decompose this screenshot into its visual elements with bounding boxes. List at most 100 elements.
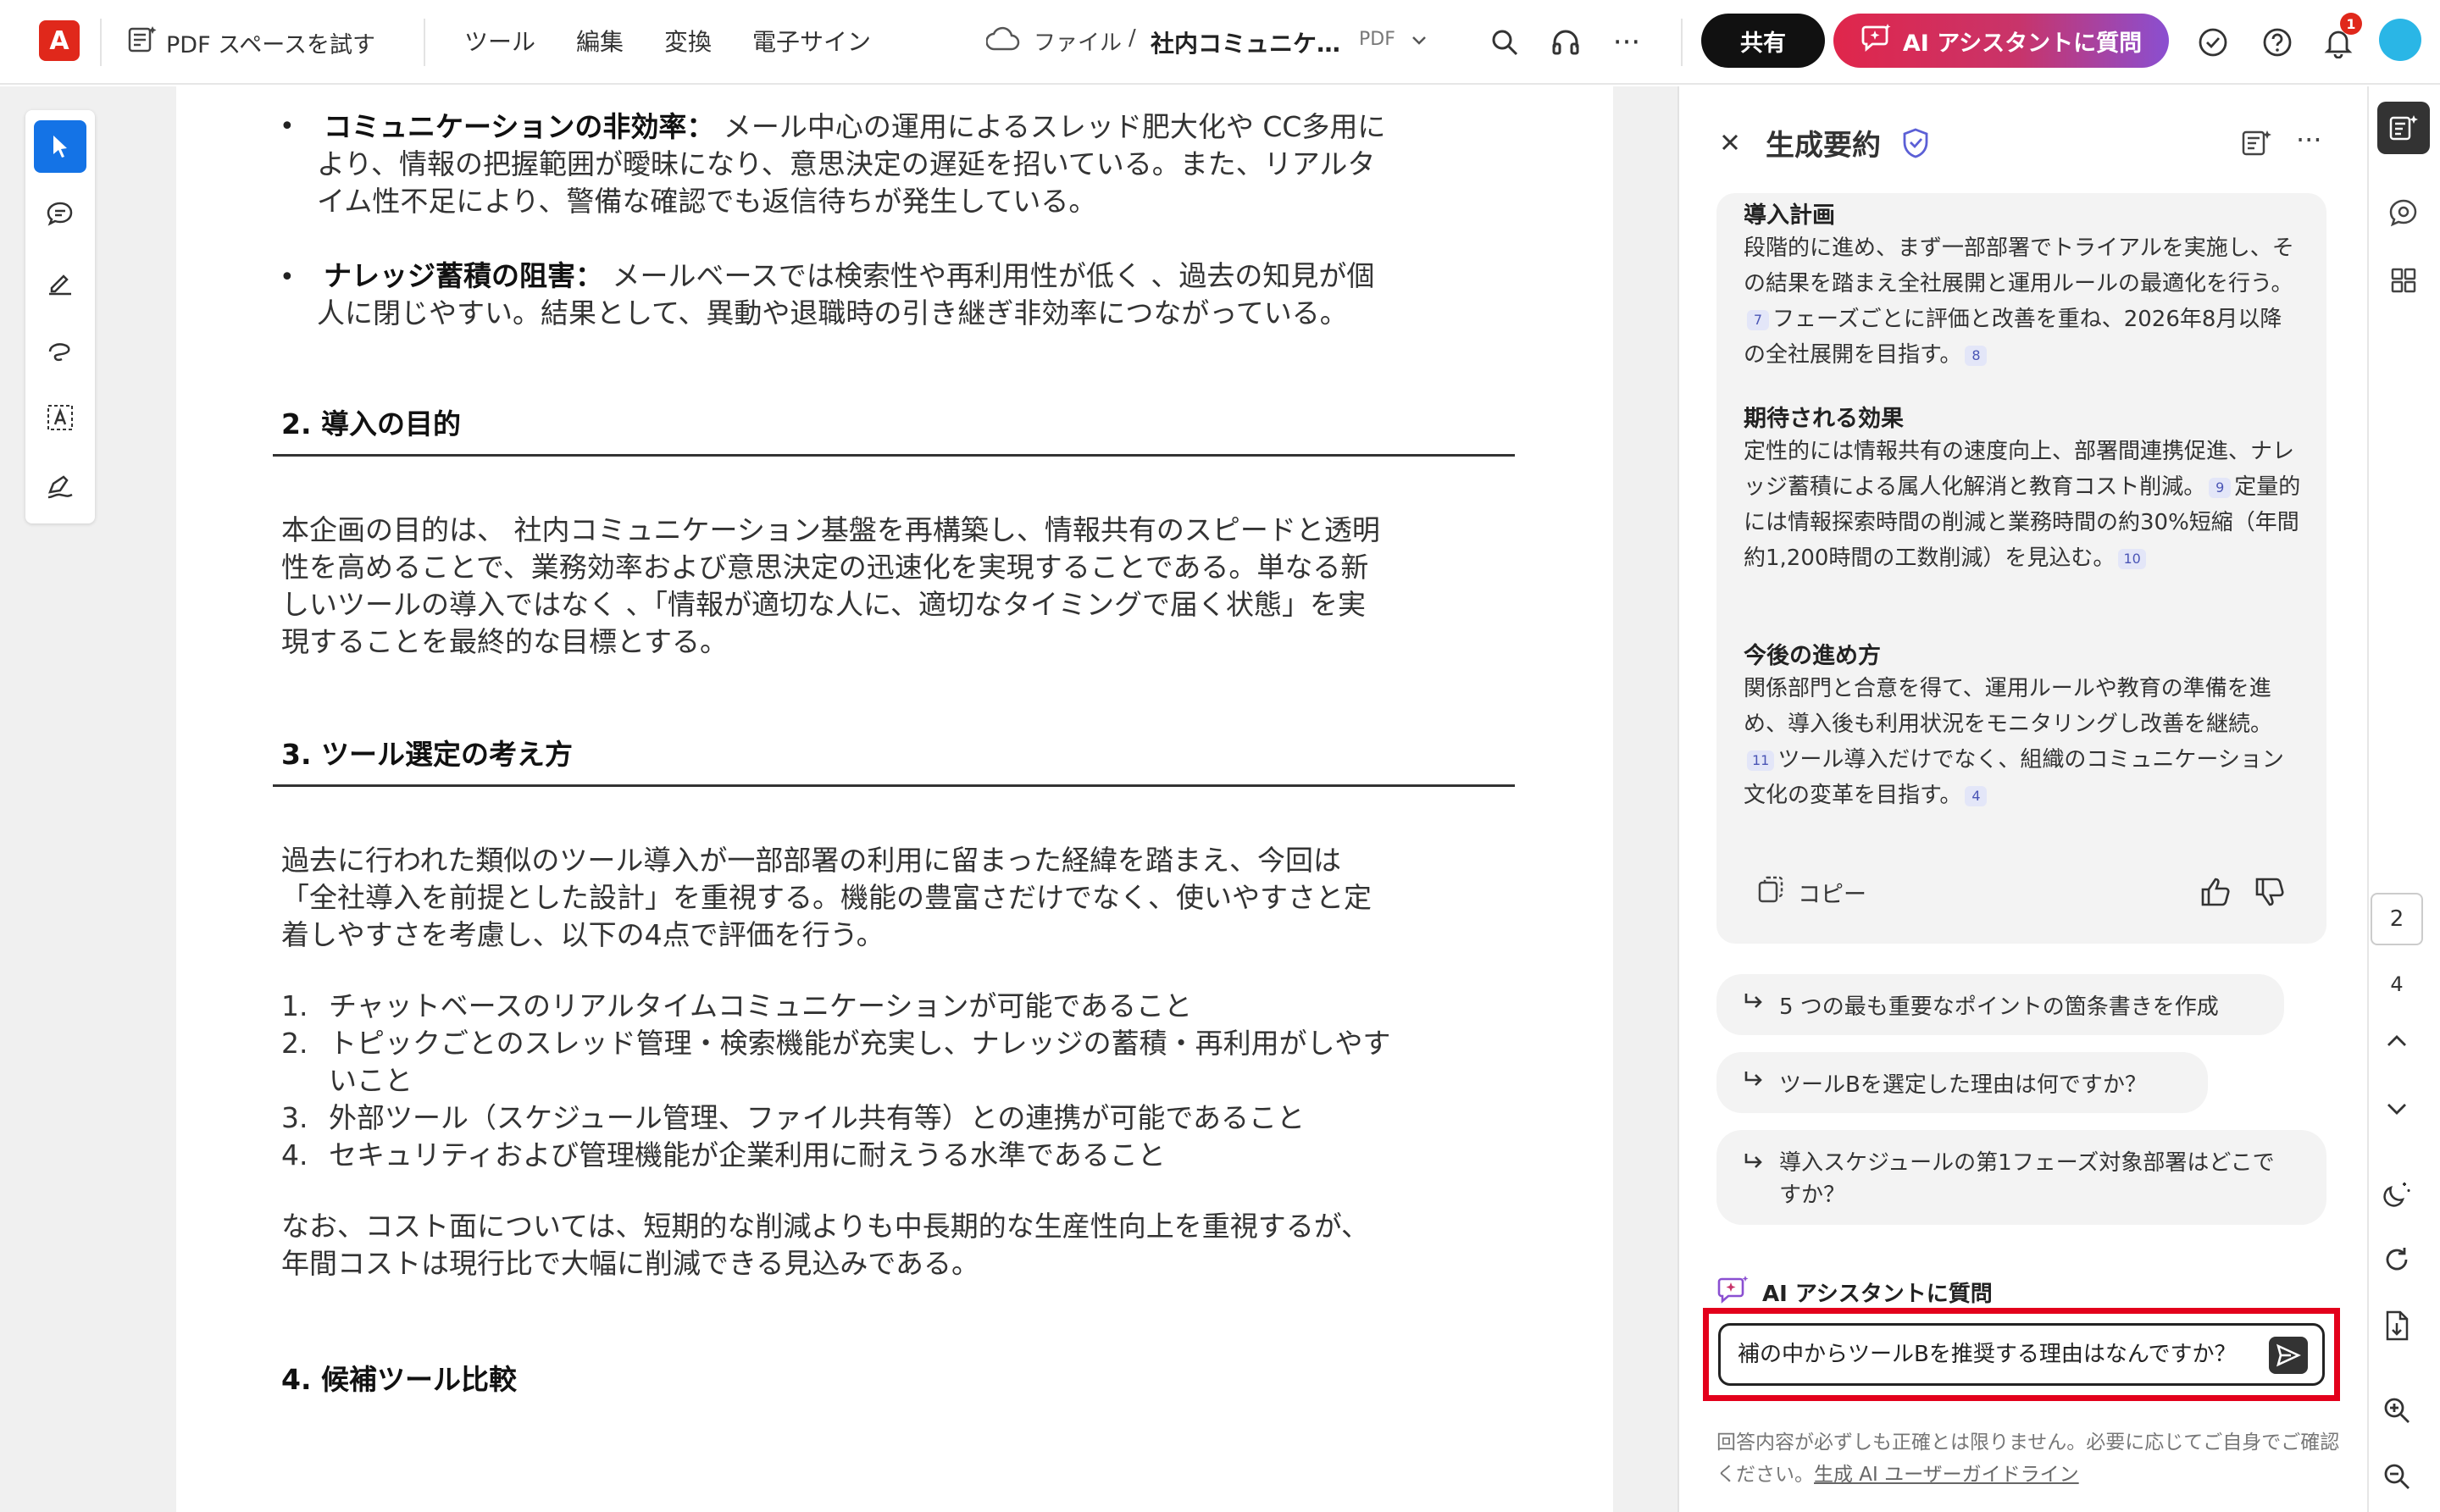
select-tool-icon[interactable] [34, 120, 86, 173]
summary-paragraph: 関係部門と合意を得て、運用ルールや教育の準備を進め、導入後も利用状況をモニタリン… [1744, 671, 2303, 813]
thumbs-down-icon[interactable] [2254, 876, 2288, 913]
current-page-input[interactable]: 2 [2371, 893, 2423, 945]
copy-label: コピー [1798, 882, 1866, 908]
zoom-in-icon[interactable] [2371, 1384, 2423, 1437]
section-heading: 2. 導入の目的 [281, 407, 461, 440]
rotate-icon[interactable] [2371, 1233, 2423, 1286]
help-icon[interactable] [2254, 19, 2301, 66]
pdf-space-icon [127, 25, 158, 61]
section-paragraph: 過去に行われた類似のツール導入が一部部署の利用に留まった経緯を踏まえ、今回は 「… [281, 842, 1535, 954]
section-paragraph: 本企画の目的は、 社内コミュニケーション基盤を再構築し、情報共有のスピードと透明… [281, 512, 1535, 661]
headphones-icon[interactable] [1542, 19, 1589, 66]
suggestion-text: 導入スケジュールの第1フェーズ対象部署はどこですか？ [1779, 1150, 2275, 1208]
try-pdf-space-button[interactable]: PDF スペースを試す [127, 24, 375, 61]
comments-rail-icon[interactable] [2377, 186, 2430, 239]
paragraph-line: 過去に行われた類似のツール導入が一部部署の利用に留まった経緯を踏まえ、今回は [281, 844, 1342, 877]
task-check-icon[interactable] [2189, 19, 2237, 66]
list-item: いこと [281, 1062, 1535, 1099]
summary-heading: 導入計画 [1744, 202, 1835, 229]
new-summary-icon[interactable] [2240, 125, 2274, 163]
panel-more-icon[interactable]: ··· [2296, 124, 2322, 156]
list-item: 3. 外部ツール（スケジュール管理、ファイル共有等）との連携が可能であること [281, 1099, 1535, 1137]
list-text: 外部ツール（スケジュール管理、ファイル共有等）との連携が可能であること [329, 1101, 1306, 1134]
file-type: PDF [1359, 29, 1395, 50]
suggestion-chip[interactable]: ツールBを選定した理由は何ですか？ [1716, 1052, 2208, 1113]
suggestion-chip[interactable]: 導入スケジュールの第1フェーズ対象部署はどこですか？ [1716, 1130, 2326, 1225]
share-button[interactable]: 共有 [1701, 14, 1825, 68]
thumbs-up-icon[interactable] [2199, 874, 2233, 911]
bullet-item: ナレッジ蓄積の阻害： メールベースでは検索性や再利用性が低く 、過去の知見が個 [324, 258, 1527, 295]
citation-badge[interactable]: 7 [1747, 309, 1769, 330]
divider [1681, 19, 1683, 66]
sign-tool-icon[interactable] [34, 459, 86, 512]
reply-arrow-icon [1742, 990, 1766, 1020]
divider [100, 19, 102, 66]
dark-mode-icon[interactable] [2371, 1167, 2423, 1220]
close-icon[interactable] [1715, 127, 1745, 161]
bullet-title: ナレッジ蓄積の阻害： [324, 259, 603, 292]
copy-button[interactable]: コピー [1755, 874, 1866, 911]
menu-convert[interactable]: 変換 [664, 24, 712, 58]
bullet-text: メール中心の運用によるスレッド肥大化や CC多用に [723, 110, 1386, 143]
heading-rule [273, 454, 1515, 457]
more-icon[interactable]: ··· [1603, 19, 1650, 66]
summary-paragraph: 段階的に進め、まず一部部署でトライアルを実施し、その結果を踏まえ全社展開と運用ル… [1744, 230, 2303, 373]
page-extract-icon[interactable] [2371, 1299, 2423, 1352]
draw-lasso-icon[interactable] [34, 324, 86, 376]
suggestion-chip[interactable]: 5 つの最も重要なポイントの箇条書きを作成 [1716, 974, 2284, 1035]
bullet-marker: • [280, 263, 295, 292]
zoom-out-icon[interactable] [2371, 1450, 2423, 1503]
highlight-pen-icon[interactable] [34, 256, 86, 308]
citation-badge[interactable]: 8 [1965, 345, 1988, 366]
menu-tools[interactable]: ツール [464, 24, 535, 58]
citation-badge[interactable]: 10 [2118, 548, 2146, 569]
chevron-down-icon[interactable] [1410, 30, 1428, 53]
suggestion-text: 5 つの最も重要なポイントの箇条書きを作成 [1779, 994, 2219, 1020]
section-heading: 3. ツール選定の考え方 [281, 738, 573, 771]
list-item: 1. チャットベースのリアルタイムコミュニケーションが可能であること [281, 988, 1535, 1025]
suggestion-text: ツールBを選定した理由は何ですか？ [1779, 1072, 2147, 1098]
notification-badge: 1 [2340, 13, 2362, 35]
list-number: 1. [281, 989, 308, 1022]
list-number: 3. [281, 1101, 308, 1134]
summary-text: フェーズごとに評価と改善を重ね、2026年8月以降の全社展開を目指す。 [1744, 307, 2282, 368]
ai-sparkle-icon [1860, 22, 1893, 60]
text-box-icon[interactable] [34, 391, 86, 444]
summary-text: 段階的に進め、まず一部部署でトライアルを実施し、その結果を踏まえ全社展開と運用ル… [1744, 235, 2294, 296]
ask-input[interactable]: 補の中からツールBを推奨する理由はなんですか？ [1718, 1323, 2325, 1386]
menu-edit[interactable]: 編集 [576, 24, 624, 58]
ai-assistant-label: AI アシスタントに質問 [1902, 30, 2143, 57]
menu-e-sign[interactable]: 電子サイン [752, 24, 871, 58]
ai-summary-rail-icon[interactable] [2377, 102, 2430, 154]
grid-view-icon[interactable] [2377, 254, 2430, 307]
comment-tool-icon[interactable] [34, 188, 86, 241]
top-toolbar: A PDF スペースを試す ツール 編集 変換 電子サイン ファイル / 社内コ… [0, 0, 2440, 85]
summary-heading: 今後の進め方 [1744, 643, 1881, 669]
ai-chat-icon [1716, 1274, 1750, 1310]
acrobat-logo[interactable]: A [39, 20, 80, 61]
paragraph-line: 本企画の目的は、 社内コミュニケーション基盤を再構築し、情報共有のスピードと透明 [281, 513, 1380, 546]
verified-shield-icon [1901, 127, 1930, 163]
tool-rail [25, 110, 95, 523]
numbered-list: 1. チャットベースのリアルタイムコミュニケーションが可能であること 2. トピック… [281, 988, 1535, 1174]
ai-assistant-button[interactable]: AI アシスタントに質問 [1833, 14, 2169, 68]
citation-badge[interactable]: 11 [1747, 750, 1775, 771]
breadcrumb-files[interactable]: ファイル [1034, 25, 1122, 57]
citation-badge[interactable]: 9 [2209, 477, 2232, 498]
file-name[interactable]: 社内コミュニケ… [1151, 25, 1340, 59]
paragraph-line: 着しやすさを考慮し、以下の4点で評価を行う。 [281, 918, 884, 951]
send-button[interactable] [2269, 1337, 2308, 1374]
copy-icon [1755, 874, 1786, 911]
list-text: チャットベースのリアルタイムコミュニケーションが可能であること [329, 989, 1193, 1022]
chevron-down-icon[interactable] [2371, 1083, 2423, 1135]
chevron-up-icon[interactable] [2371, 1015, 2423, 1067]
summary-text: 関係部門と合意を得て、運用ルールや教育の準備を進め、導入後も利用状況をモニタリン… [1744, 676, 2273, 737]
guideline-link[interactable]: 生成 AI ユーザーガイドライン [1814, 1464, 2079, 1486]
total-pages: 4 [2390, 972, 2404, 996]
try-pdf-space-label: PDF スペースを試す [166, 31, 375, 58]
search-icon[interactable] [1481, 19, 1528, 66]
summary-heading: 期待される効果 [1744, 406, 1904, 432]
bullet-text: メールベースでは検索性や再利用性が低く 、過去の知見が個 [612, 259, 1375, 292]
citation-badge[interactable]: 4 [1965, 785, 1988, 806]
avatar[interactable] [2379, 19, 2421, 61]
